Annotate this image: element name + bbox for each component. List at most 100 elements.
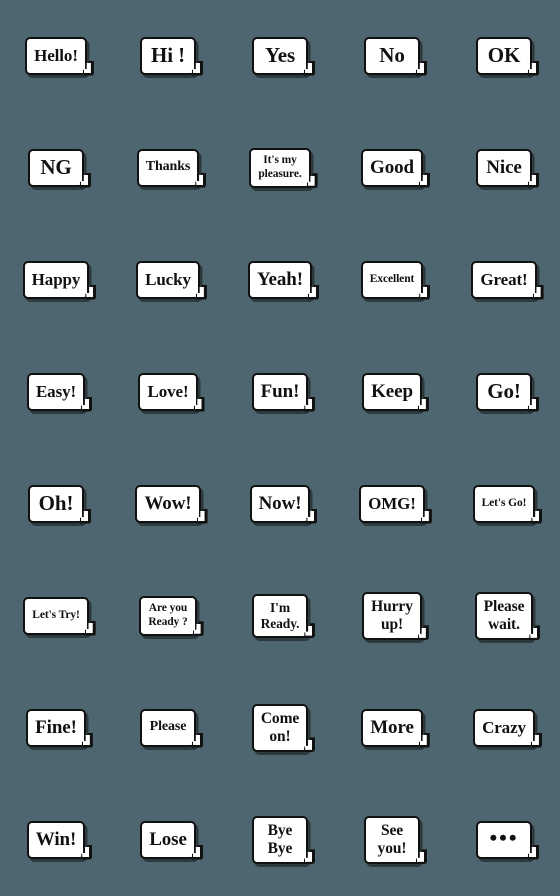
sticker-cell[interactable]: Great!: [448, 224, 560, 336]
sticker-label: Great!: [480, 269, 528, 289]
sticker-cell[interactable]: More: [336, 672, 448, 784]
speech-bubble-sticker[interactable]: Go!: [476, 373, 539, 412]
speech-bubble-sticker[interactable]: Bye Bye: [252, 816, 315, 865]
speech-bubble-sticker[interactable]: See you!: [364, 816, 427, 865]
speech-bubble-sticker[interactable]: Oh!: [28, 485, 91, 524]
speech-bubble-sticker[interactable]: OMG!: [359, 485, 432, 524]
speech-bubble-sticker[interactable]: I'm Ready.: [251, 594, 316, 639]
speech-bubble-tail-fill-icon: [529, 63, 536, 73]
speech-bubble-sticker[interactable]: Wow!: [135, 485, 208, 524]
sticker-cell[interactable]: Excellent: [336, 224, 448, 336]
sticker-label: Now!: [258, 492, 302, 514]
speech-bubble-sticker[interactable]: Lucky: [136, 261, 207, 300]
sticker-cell[interactable]: NG: [0, 112, 112, 224]
sticker-cell[interactable]: Wow!: [112, 448, 224, 560]
sticker-cell[interactable]: Now!: [224, 448, 336, 560]
speech-bubble-sticker[interactable]: Keep: [362, 373, 429, 412]
sticker-cell[interactable]: OK: [448, 0, 560, 112]
speech-bubble-sticker[interactable]: Excellent: [360, 261, 431, 300]
sticker-cell[interactable]: I'm Ready.: [224, 560, 336, 672]
sticker-cell[interactable]: See you!: [336, 784, 448, 896]
speech-bubble-sticker[interactable]: No: [364, 37, 427, 76]
sticker-cell[interactable]: Are you Ready ?: [112, 560, 224, 672]
speech-bubble-sticker[interactable]: Lose: [140, 821, 203, 860]
speech-bubble-sticker[interactable]: Come on!: [251, 704, 316, 753]
sticker-cell[interactable]: Fine!: [0, 672, 112, 784]
sticker-cell[interactable]: Nice: [448, 112, 560, 224]
speech-bubble-sticker[interactable]: Win!: [26, 821, 93, 860]
sticker-cell[interactable]: Crazy: [448, 672, 560, 784]
speech-bubble-sticker[interactable]: Nice: [476, 149, 539, 188]
sticker-label: OMG!: [368, 493, 416, 513]
sticker-cell[interactable]: Bye Bye: [224, 784, 336, 896]
speech-bubble-sticker[interactable]: Hi !: [140, 37, 203, 76]
speech-bubble-tail-fill-icon: [420, 287, 428, 297]
sticker-cell[interactable]: Easy!: [0, 336, 112, 448]
sticker-cell[interactable]: OMG!: [336, 448, 448, 560]
speech-bubble-sticker[interactable]: It's my pleasure.: [249, 148, 318, 189]
speech-bubble-sticker[interactable]: Hello!: [25, 37, 94, 76]
sticker-cell[interactable]: Let's Try!: [0, 560, 112, 672]
speech-bubble-sticker[interactable]: Hurry up!: [362, 592, 429, 641]
speech-bubble-sticker[interactable]: OK: [476, 37, 539, 76]
speech-bubble-tail-fill-icon: [85, 623, 93, 633]
speech-bubble-sticker[interactable]: Thanks: [136, 149, 207, 188]
sticker-cell[interactable]: Fun!: [224, 336, 336, 448]
speech-bubble-sticker[interactable]: NG: [28, 149, 91, 188]
sticker-cell[interactable]: Good: [336, 112, 448, 224]
sticker-cell[interactable]: Keep: [336, 336, 448, 448]
speech-bubble-tail-fill-icon: [419, 175, 427, 185]
sticker-label: OK: [487, 43, 521, 68]
speech-bubble-sticker[interactable]: Easy!: [26, 373, 93, 412]
speech-bubble-sticker[interactable]: Now!: [249, 485, 318, 524]
sticker-cell[interactable]: Come on!: [224, 672, 336, 784]
sticker-cell[interactable]: Hi !: [112, 0, 224, 112]
speech-bubble-sticker[interactable]: Let's Go!: [472, 485, 543, 524]
sticker-cell[interactable]: Lose: [112, 784, 224, 896]
sticker-cell[interactable]: Hello!: [0, 0, 112, 112]
speech-bubble-tail-fill-icon: [193, 63, 200, 73]
speech-bubble-sticker[interactable]: Let's Try!: [23, 597, 96, 636]
sticker-cell[interactable]: It's my pleasure.: [224, 112, 336, 224]
speech-bubble-tail-fill-icon: [305, 625, 313, 636]
speech-bubble-sticker[interactable]: Happy: [22, 261, 97, 300]
sticker-cell[interactable]: Hurry up!: [336, 560, 448, 672]
speech-bubble-sticker[interactable]: Fun!: [251, 373, 316, 412]
sticker-cell[interactable]: Go!: [448, 336, 560, 448]
speech-bubble-tail-fill-icon: [529, 175, 536, 185]
speech-bubble-sticker[interactable]: Are you Ready ?: [139, 596, 204, 637]
sticker-label: Please: [149, 719, 187, 735]
sticker-cell[interactable]: Win!: [0, 784, 112, 896]
sticker-label: Yeah!: [257, 268, 303, 290]
speech-bubble-sticker[interactable]: Love!: [138, 373, 205, 412]
sticker-label: No: [379, 43, 405, 68]
speech-bubble-tail-fill-icon: [194, 399, 202, 409]
speech-bubble-sticker[interactable]: Yes: [252, 37, 315, 76]
speech-bubble-sticker[interactable]: Yeah!: [248, 261, 319, 300]
sticker-cell[interactable]: Please wait.: [448, 560, 560, 672]
sticker-cell[interactable]: Lucky: [112, 224, 224, 336]
sticker-cell[interactable]: •••: [448, 784, 560, 896]
speech-bubble-sticker[interactable]: Fine!: [26, 709, 93, 748]
speech-bubble-tail-fill-icon: [417, 851, 424, 862]
speech-bubble-sticker[interactable]: Please: [140, 709, 203, 748]
sticker-cell[interactable]: Happy: [0, 224, 112, 336]
speech-bubble-tail-fill-icon: [83, 63, 91, 73]
sticker-cell[interactable]: Yeah!: [224, 224, 336, 336]
sticker-label: Easy!: [35, 381, 77, 401]
speech-bubble-sticker[interactable]: Great!: [471, 261, 544, 300]
sticker-cell[interactable]: Yes: [224, 0, 336, 112]
sticker-cell[interactable]: Oh!: [0, 448, 112, 560]
speech-bubble-sticker[interactable]: Crazy: [473, 709, 542, 748]
speech-bubble-sticker[interactable]: •••: [476, 821, 539, 860]
sticker-label: Oh!: [38, 491, 74, 516]
speech-bubble-sticker[interactable]: More: [361, 709, 430, 748]
sticker-cell[interactable]: Thanks: [112, 112, 224, 224]
sticker-cell[interactable]: Please: [112, 672, 224, 784]
speech-bubble-sticker[interactable]: Please wait.: [474, 592, 541, 641]
sticker-label: Come on!: [260, 710, 300, 745]
speech-bubble-sticker[interactable]: Good: [361, 149, 430, 188]
sticker-cell[interactable]: Love!: [112, 336, 224, 448]
sticker-cell[interactable]: No: [336, 0, 448, 112]
sticker-cell[interactable]: Let's Go!: [448, 448, 560, 560]
